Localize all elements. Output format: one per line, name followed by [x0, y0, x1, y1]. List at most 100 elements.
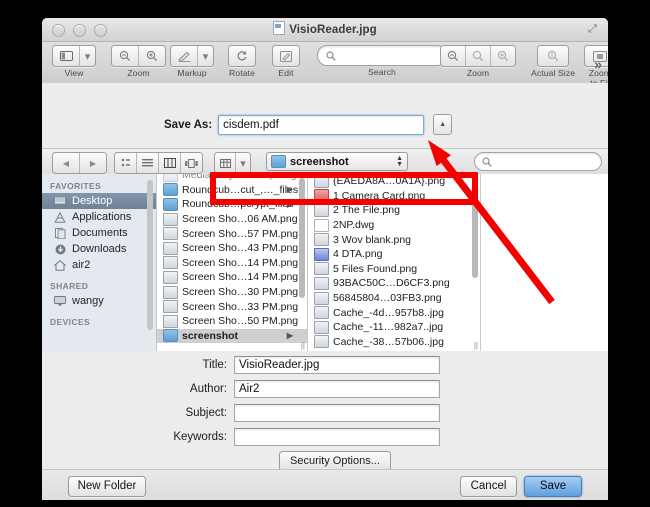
file-row[interactable]: Screen Sho…50 PM.png [157, 314, 307, 329]
folder-icon [163, 197, 178, 211]
actual-size-icon[interactable] [538, 46, 568, 66]
toolbar-label-edit: Edit [278, 68, 294, 78]
file-row-label: Roundcub…pcrypt_files [182, 198, 294, 211]
search-input[interactable] [317, 45, 447, 66]
zoom-in-icon[interactable] [139, 46, 165, 66]
markup-pen-icon[interactable] [171, 46, 198, 66]
zoom-out-icon[interactable] [112, 46, 139, 66]
form-row-author: Author: Air2 [117, 380, 440, 398]
file-row[interactable]: Media Play…Store).dmg [157, 174, 307, 183]
fullscreen-button[interactable]: ⤢ [588, 23, 600, 35]
edit-button[interactable] [272, 45, 300, 67]
edit-icon[interactable] [273, 46, 299, 66]
file-row-label: Screen Sho…06 AM.png [182, 213, 298, 226]
file-row[interactable]: 5 Files Found.png [308, 262, 480, 277]
file-row[interactable]: 1 Camera Card.png [308, 189, 480, 204]
list-view-button[interactable] [137, 153, 159, 173]
sidebar-item-desktop[interactable]: Desktop [42, 193, 156, 209]
file-row-folder[interactable]: Roundcub…cut_,…_files ▶ [157, 183, 307, 198]
zoom-out-icon[interactable] [441, 46, 466, 66]
forward-icon[interactable]: ▶ [80, 153, 106, 173]
file-row[interactable]: {EAEDA8A…0A1A}.png [308, 174, 480, 189]
sidebar-item-wangy[interactable]: wangy [42, 293, 156, 309]
file-row-folder[interactable]: Roundcub…pcrypt_files ▶ [157, 197, 307, 212]
sidebar-scrollbar[interactable] [147, 180, 153, 330]
actual-size-button[interactable] [537, 45, 570, 67]
file-row[interactable]: Cache_-4d…957b8..jpg [308, 305, 480, 320]
png-file-icon [163, 285, 178, 299]
path-stepper-icon[interactable]: ▲ ▼ [396, 155, 403, 168]
zoom-in-icon[interactable] [491, 46, 515, 66]
file-row[interactable]: Screen Sho…57 PM.png [157, 226, 307, 241]
cancel-button[interactable]: Cancel [460, 476, 517, 497]
keywords-field[interactable] [234, 428, 440, 446]
author-field[interactable]: Air2 [234, 380, 440, 398]
chevron-down-icon[interactable]: ▾ [198, 46, 213, 66]
grid-icon[interactable] [215, 153, 236, 173]
column-scrollbar[interactable] [472, 178, 478, 278]
sidebar-item-downloads[interactable]: Downloads [42, 241, 156, 257]
save-button[interactable]: Save [524, 476, 582, 497]
sidebar-item-air2[interactable]: air2 [42, 257, 156, 273]
file-row[interactable]: Screen Sho…14 PM.png [157, 270, 307, 285]
rotate-button[interactable] [228, 45, 256, 67]
save-as-disclosure-button[interactable]: ▲ [433, 114, 453, 135]
file-row[interactable]: Screen Sho…33 PM.png [157, 299, 307, 314]
toolbar-overflow-button[interactable]: » [594, 56, 602, 72]
new-folder-button[interactable]: New Folder [68, 476, 146, 497]
back-icon[interactable]: ◀ [53, 153, 80, 173]
window-toolbar: ▾ View Zoom ▾ Markup Rotate Edit Search … [42, 42, 608, 88]
file-row[interactable]: 2NP.dwg [308, 218, 480, 233]
column-resize-handle[interactable]: || [301, 341, 305, 350]
file-row[interactable]: 56845804…03FB3.png [308, 291, 480, 306]
zoom-segment[interactable] [111, 45, 166, 67]
sidebar-item-applications[interactable]: Applications [42, 209, 156, 225]
zoom-segment-2[interactable] [440, 45, 516, 67]
sidebar-icon[interactable] [53, 46, 80, 66]
chevron-down-icon[interactable]: ▾ [80, 46, 95, 66]
toolbar-label-view: View [64, 68, 84, 78]
title-field[interactable]: VisioReader.jpg [234, 356, 440, 374]
file-row[interactable]: Screen Sho…43 PM.png [157, 241, 307, 256]
file-search-input[interactable] [474, 152, 602, 171]
file-row[interactable]: Screen Sho…14 PM.png [157, 256, 307, 271]
file-row-folder[interactable]: screenshot ▶ [157, 328, 307, 344]
action-menu-button[interactable]: ▾ [214, 152, 251, 174]
path-popup-button[interactable]: screenshot ▲ ▼ [266, 152, 408, 171]
coverflow-view-button[interactable] [181, 153, 202, 173]
file-column-one[interactable]: Media Play…Store).dmg Roundcub…cut_,…_fil… [157, 174, 308, 351]
disclosure-arrow-icon[interactable]: ▶ [287, 185, 293, 194]
security-options-button[interactable]: Security Options... [279, 451, 391, 471]
file-row[interactable]: Screen Sho…06 AM.png [157, 212, 307, 227]
file-row[interactable]: 2 The File.png [308, 203, 480, 218]
markup-button[interactable]: ▾ [170, 45, 214, 67]
file-column-two[interactable]: {EAEDA8A…0A1A}.png 1 Camera Card.png 2 The… [308, 174, 481, 351]
file-row-label: Media Play…Store).dmg [182, 174, 297, 182]
file-row-label: Screen Sho…33 PM.png [182, 300, 299, 313]
chevron-down-icon[interactable]: ▾ [236, 153, 250, 173]
file-row-label: Screen Sho…30 PM.png [182, 286, 299, 299]
file-row[interactable]: Cache_-38…57b06..jpg [308, 335, 480, 350]
sidebar-item-documents[interactable]: Documents [42, 225, 156, 241]
file-row-label: 2 The File.png [333, 204, 400, 217]
dwg-file-icon [314, 218, 329, 232]
column-view-button[interactable] [159, 153, 181, 173]
rotate-icon[interactable] [229, 46, 255, 66]
sidebar-item-label: Applications [72, 211, 132, 223]
view-button[interactable]: ▾ [52, 45, 96, 67]
save-as-input[interactable]: cisdem.pdf [218, 114, 425, 135]
file-row[interactable]: 3 Wov blank.png [308, 232, 480, 247]
zoom-reset-icon[interactable] [466, 46, 491, 66]
subject-field[interactable] [234, 404, 440, 422]
file-row[interactable]: Cache_-11…982a7..jpg [308, 320, 480, 335]
view-mode-segment[interactable] [114, 152, 203, 174]
icon-view-button[interactable] [115, 153, 137, 173]
disclosure-arrow-icon[interactable]: ▶ [287, 200, 293, 209]
nav-back-forward-segment[interactable]: ◀ ▶ [52, 152, 107, 174]
disclosure-arrow-icon[interactable]: ▶ [287, 331, 293, 340]
file-row[interactable]: 93BAC50C…D6CF3.png [308, 276, 480, 291]
file-row[interactable]: Screen Sho…30 PM.png [157, 285, 307, 300]
file-row[interactable]: 4 DTA.png [308, 247, 480, 262]
column-resize-handle[interactable]: || [474, 341, 478, 350]
column-scrollbar[interactable] [299, 178, 305, 298]
